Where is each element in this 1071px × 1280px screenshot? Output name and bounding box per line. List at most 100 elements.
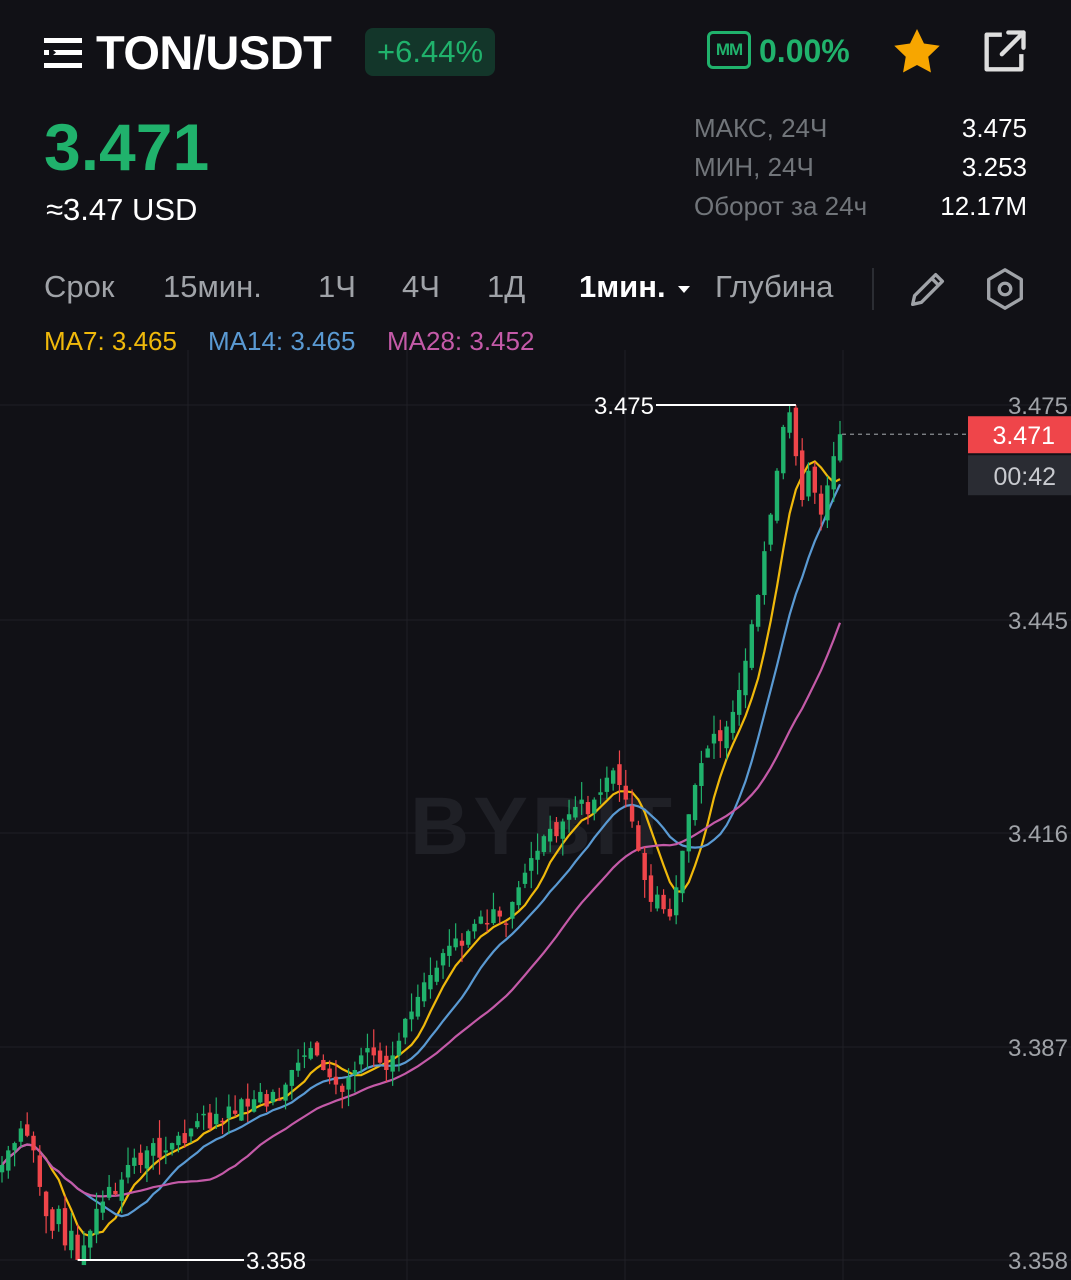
candle-body — [547, 828, 553, 842]
candle-body — [440, 953, 446, 966]
stat-value-turnover: 12.17M — [940, 191, 1027, 221]
candle-body — [251, 1099, 257, 1112]
candle-body — [434, 967, 439, 982]
y-tick-label: 3.387 — [1008, 1035, 1068, 1062]
candle-body — [157, 1137, 162, 1158]
candle-body — [459, 940, 465, 946]
candle-body — [207, 1112, 213, 1129]
candle-body — [535, 850, 540, 860]
tab-term[interactable]: Срок — [44, 266, 114, 308]
ma-line-14 — [1, 483, 841, 1218]
candle-body — [390, 1055, 395, 1072]
tab-1min-label: 1мин. — [579, 269, 666, 304]
tab-15min[interactable]: 15мин. — [163, 266, 262, 308]
y-tick-label: 3.416 — [1008, 821, 1068, 848]
candle-body — [195, 1121, 200, 1128]
candle-body — [592, 799, 597, 814]
candle-body — [743, 660, 748, 696]
candle-body — [825, 485, 830, 521]
candle-body — [94, 1208, 99, 1235]
candle-body — [75, 1234, 80, 1260]
candle-body — [503, 923, 509, 925]
candle-body — [232, 1110, 238, 1114]
candle-body — [730, 711, 736, 733]
candle-body — [169, 1143, 175, 1150]
candle-body — [201, 1113, 206, 1116]
candle-body — [270, 1091, 276, 1103]
candle-body — [472, 923, 477, 932]
mm-icon[interactable]: ММ — [707, 31, 751, 69]
candle-body — [680, 850, 685, 894]
menu-icon[interactable] — [44, 36, 84, 70]
candle-body — [497, 910, 502, 917]
ma-lines — [1, 460, 842, 1238]
candle-body — [365, 1048, 370, 1053]
candle-body — [629, 805, 635, 822]
tab-4h[interactable]: 4Ч — [402, 266, 440, 308]
candle-body — [100, 1201, 106, 1213]
candle-body — [371, 1047, 376, 1056]
candle-body — [560, 821, 565, 839]
low-marker-label: 3.358 — [246, 1248, 306, 1275]
candle-body — [403, 1018, 408, 1038]
candle-body — [113, 1190, 118, 1195]
y-tick-label: 3.445 — [1008, 608, 1068, 635]
candle-body — [106, 1186, 112, 1198]
candle-body — [516, 887, 521, 906]
candle-body — [642, 852, 647, 880]
candle-body — [37, 1155, 43, 1187]
candle-body — [806, 470, 811, 497]
candle-body — [396, 1040, 402, 1056]
candle-body — [799, 450, 805, 500]
trading-pair-title[interactable]: TON/USDT — [96, 24, 332, 82]
candle-body — [81, 1245, 87, 1266]
candle-body — [673, 887, 679, 916]
candle-body — [358, 1055, 364, 1065]
change-percent-badge: +6.44% — [365, 28, 496, 76]
settings-hexagon-icon[interactable] — [982, 266, 1028, 312]
candle-body — [377, 1050, 383, 1063]
candle-body — [692, 785, 698, 821]
candle-body — [579, 799, 584, 804]
candle-body — [69, 1230, 74, 1251]
candle-body — [6, 1150, 11, 1171]
candle-body — [295, 1062, 301, 1071]
caret-down-icon — [678, 285, 691, 293]
candle-body — [617, 764, 622, 785]
candle-body — [793, 407, 799, 457]
star-icon[interactable] — [890, 25, 944, 79]
tab-divider — [872, 268, 874, 310]
candle-body — [831, 456, 836, 490]
tab-1h[interactable]: 1Ч — [318, 266, 356, 308]
candle-body — [18, 1128, 24, 1142]
current-price-label: 3.471 — [992, 422, 1055, 450]
candle-body — [812, 466, 817, 493]
share-icon[interactable] — [978, 26, 1030, 78]
candlestick-chart[interactable]: 3.475 3.445 3.416 3.387 3.358 3.475 3.358 3.471… — [0, 350, 1071, 1280]
candle-body — [604, 777, 610, 792]
candle-body — [151, 1143, 156, 1156]
candle-body — [56, 1208, 61, 1225]
candle-body — [661, 894, 666, 910]
candle-body — [554, 822, 559, 837]
candle-body — [648, 875, 654, 902]
candle-body — [686, 814, 691, 852]
candle-body — [755, 595, 761, 627]
candle-body — [125, 1165, 131, 1178]
candle-body — [0, 1165, 5, 1173]
tab-depth[interactable]: Глубина — [715, 266, 833, 308]
candle-body — [333, 1076, 339, 1085]
candle-body — [529, 858, 534, 871]
candle-body — [762, 551, 767, 596]
pencil-icon[interactable] — [905, 266, 951, 312]
candle-body — [25, 1124, 30, 1136]
candle-body — [340, 1085, 345, 1092]
candle-body — [308, 1048, 313, 1059]
candle-body — [132, 1157, 137, 1166]
candle-body — [182, 1133, 187, 1144]
tab-1min[interactable]: 1мин. — [579, 266, 692, 308]
candle-body — [314, 1042, 320, 1056]
candle-body — [327, 1068, 332, 1078]
candle-body — [277, 1099, 282, 1101]
tab-1d[interactable]: 1Д — [487, 266, 525, 308]
